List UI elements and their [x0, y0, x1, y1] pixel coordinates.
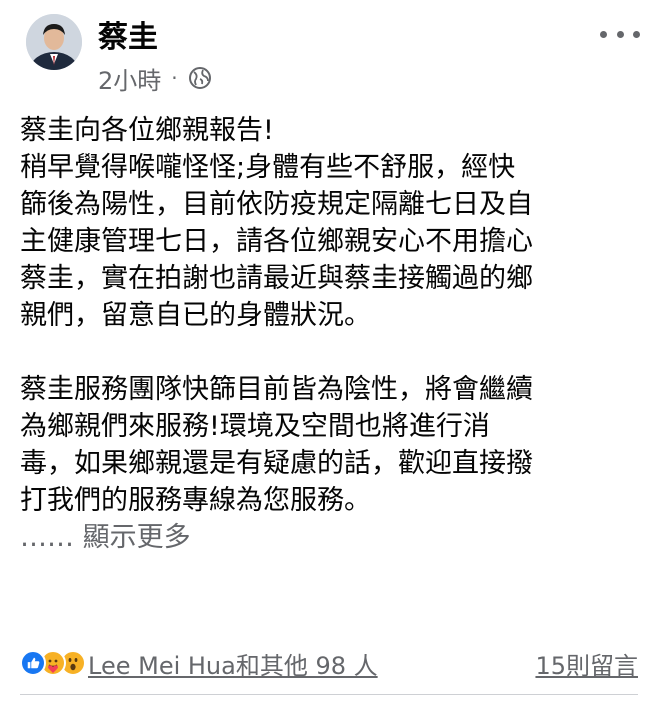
post-line: 篩後為陽性，目前依防疫規定隔離七日及自 — [20, 189, 533, 220]
post-line: 打我們的服務專線為您服務。 — [20, 485, 371, 516]
post-line: 蔡圭向各位鄉親報告! — [20, 115, 274, 146]
reactions-summary[interactable]: Lee Mei Hua和其他 98 人 — [20, 646, 378, 681]
see-more-link[interactable]: …… 顯示更多 — [20, 519, 640, 556]
post-text: 蔡圭向各位鄉親報告! 稍早覺得喉嚨怪怪;身體有些不舒服，經快 篩後為陽性，目前依… — [20, 112, 640, 556]
post-time[interactable]: 2小時 — [98, 61, 161, 96]
reactions-count[interactable]: Lee Mei Hua和其他 98 人 — [88, 646, 378, 681]
post-line: 親們，留意自已的身體狀況。 — [20, 300, 371, 331]
avatar-image — [26, 14, 82, 70]
post-line: 蔡圭服務團隊快篩目前皆為陰性，將會繼續 — [20, 374, 533, 405]
post-header: 蔡圭 2小時 · — [20, 10, 640, 100]
reactions-bar: Lee Mei Hua和其他 98 人 15則留言 — [20, 643, 638, 683]
meta-separator: · — [171, 66, 178, 90]
divider — [20, 694, 638, 695]
post-line: 為鄉親們來服務!環境及空間也將進行消 — [20, 411, 490, 442]
post-line: 稍早覺得喉嚨怪怪;身體有些不舒服，經快 — [20, 152, 516, 183]
reaction-icons — [20, 650, 86, 676]
paragraph-break — [20, 334, 640, 371]
comments-count[interactable]: 15則留言 — [535, 646, 638, 681]
avatar[interactable] — [26, 14, 82, 70]
post-line: 主健康管理七日，請各位鄉親安心不用擔心 — [20, 226, 533, 257]
more-options-icon[interactable] — [600, 22, 640, 46]
like-icon — [20, 650, 46, 676]
globe-icon — [188, 67, 211, 89]
post-meta: 2小時 · — [98, 61, 212, 96]
post-line: 蔡圭，實在拍謝也請最近與蔡圭接觸過的鄉 — [20, 263, 533, 294]
author-name[interactable]: 蔡圭 — [98, 20, 158, 56]
post-line: 毒，如果鄉親還是有疑慮的話，歡迎直接撥 — [20, 448, 533, 479]
